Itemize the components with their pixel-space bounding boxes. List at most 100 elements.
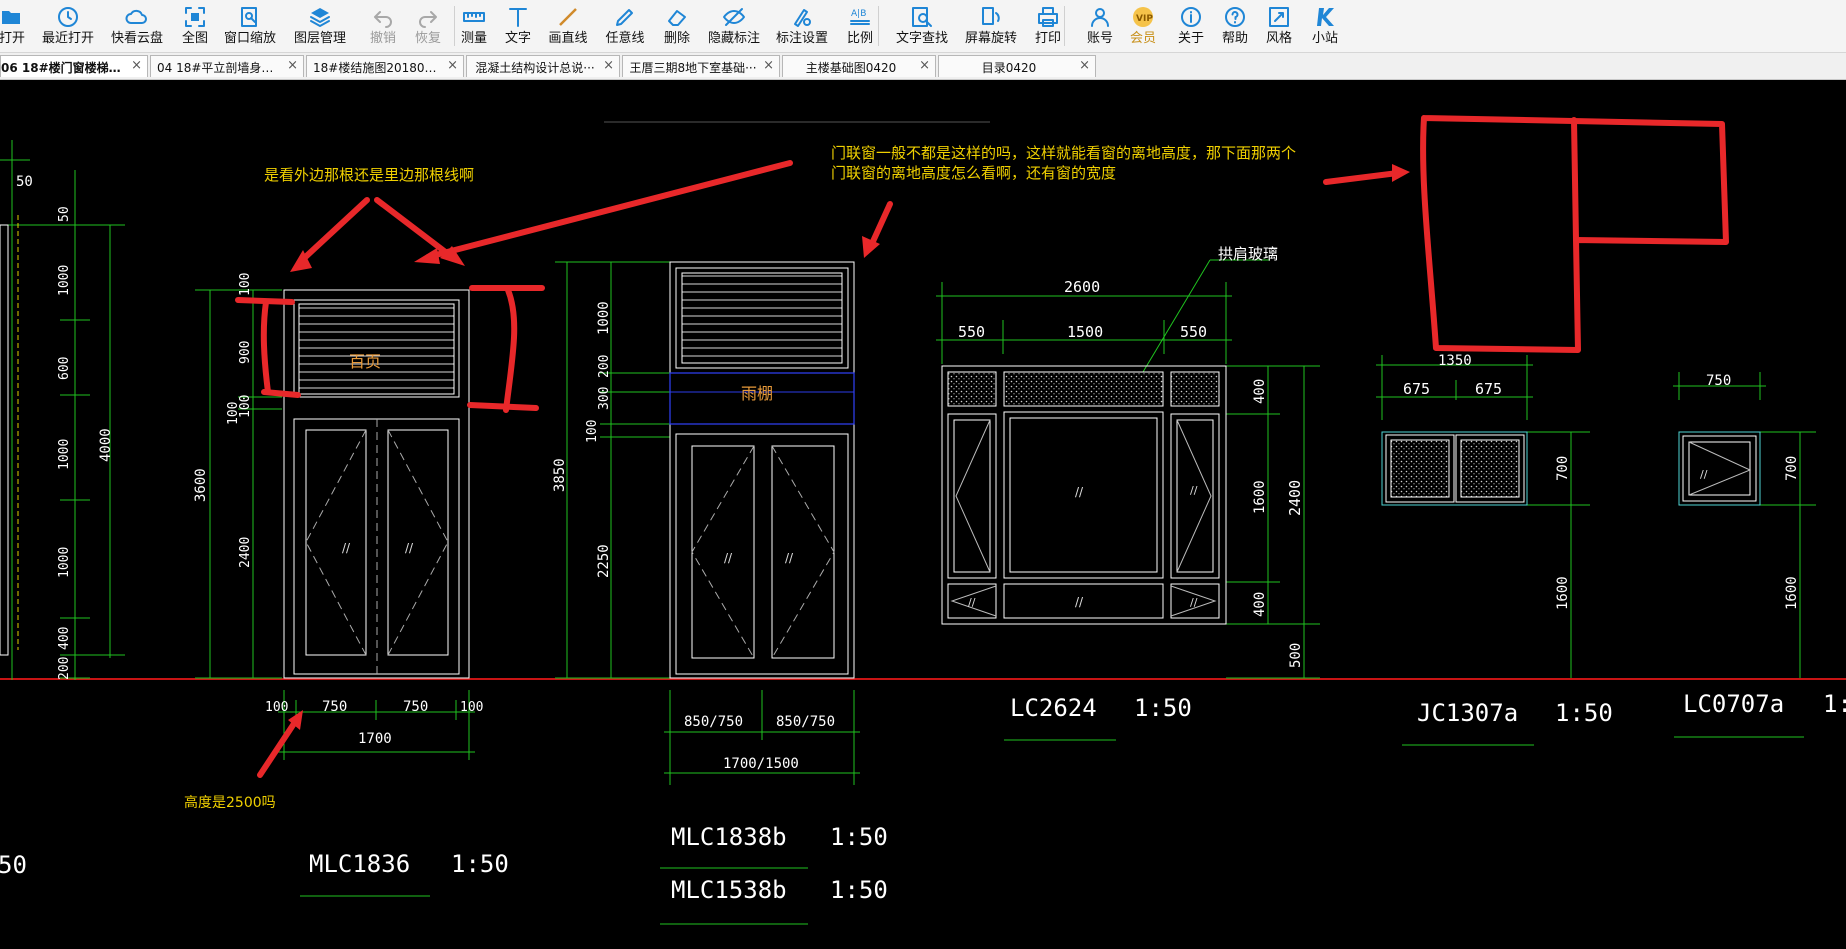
toolbar-button-label: 图层管理 [293,31,346,46]
undo-icon [370,4,396,30]
left-dim-6: 200 [57,657,72,680]
measure-ruler-icon [461,4,487,30]
toolbar-button-16[interactable]: 文字查找 [892,0,952,52]
toolbar-button-label: 恢复 [414,31,441,46]
mlc1838b-dim-1: 1000 [596,301,612,335]
toolbar-button-label: 测量 [460,31,487,46]
toolbar-button-1[interactable]: 最近打开 [38,0,98,52]
toolbar-button-label: 最近打开 [41,31,94,46]
mlc1836-bottom-dim-4: 100 [460,700,483,715]
mlc1838b-dim-2: 300 [597,387,612,410]
close-icon[interactable]: × [603,58,614,74]
close-icon[interactable]: × [447,58,458,74]
toolbar-button-label: 窗口缩放 [223,31,276,46]
toolbar-button-24[interactable]: 小站 [1295,0,1355,52]
mlc1836-bottom-dim-1: 100 [265,700,288,715]
mlc1836-total-width: 1700 [358,731,392,747]
cad-drawing-canvas[interactable]: 50 50 1000 600 1000 1000 400 200 4000 50 [0,80,1846,949]
svg-text:A|B: A|B [851,9,866,19]
toolbar-button-18[interactable]: 打印 [1018,0,1078,52]
toolbar-button-label: 帮助 [1221,31,1248,46]
annotation-question-2-line-1: 门联窗一般不都是这样的吗，这样就能看窗的离地高度，那下面那两个 [831,144,1296,162]
lc2624-right-dim-1: 400 [1252,379,1268,404]
close-icon[interactable]: × [131,58,142,74]
toolbar-button-label: 撤销 [369,31,396,46]
mlc1838b-dim-4: 100 [585,420,600,443]
toolbar-button-11[interactable]: 任意线 [595,0,655,52]
scale-ab-icon: A|B [847,4,873,30]
glass-mark-icon: // [785,551,794,565]
toolbar-button-12[interactable]: 删除 [647,0,707,52]
toolbar-button-3[interactable]: 全图 [165,0,225,52]
lc2624-scale: 1:50 [1134,694,1192,722]
toolbar-separator [454,6,455,46]
help-icon [1222,4,1248,30]
toolbar-button-label: 画直线 [548,31,588,46]
glass-mark-icon: // [1075,485,1084,499]
toolbar-button-0[interactable]: 打开 [0,0,42,52]
tab-label: 04 18#平立剖墙身大··· [157,61,281,75]
jc1307a-title: JC1307a [1417,699,1518,727]
canopy-label: 雨棚 [741,384,773,403]
mlc1836-title: MLC1836 [309,850,410,878]
user-icon [1087,4,1113,30]
style-icon [1266,4,1292,30]
tab-label: 目录0420 [981,61,1037,75]
toolbar-button-label: 小站 [1311,31,1338,46]
document-tab[interactable]: 18#楼结施图20180420_t3 × [306,55,464,77]
lc2624-sill: 500 [1288,643,1304,668]
toolbar-button-label: 删除 [663,31,690,46]
lc2624-right-dim-3: 400 [1252,592,1268,617]
toolbar-button-4[interactable]: 窗口缩放 [220,0,280,52]
toolbar-button-13[interactable]: 隐藏标注 [704,0,764,52]
text-search-icon [909,4,935,30]
annotation-question-2-line-2: 门联窗的离地高度怎么看啊，还有窗的宽度 [831,164,1116,182]
printer-icon [1035,4,1061,30]
mlc1838b-title: MLC1838b [671,823,787,851]
close-icon[interactable]: × [1079,58,1090,74]
toolbar-button-label: 屏幕旋转 [964,31,1017,46]
recent-clock-icon [55,4,81,30]
close-icon[interactable]: × [287,58,298,74]
layers-icon [307,4,333,30]
k-site-icon [1312,4,1338,30]
tab-label: 18#楼结施图20180420_t3 [313,61,441,75]
document-tab[interactable]: 04 18#平立剖墙身大··· × [150,55,304,77]
mlc1836-bottom-dim-3: 750 [403,699,428,715]
screen-rotate-icon [978,4,1004,30]
jc1307a-total-width: 1350 [1438,353,1472,369]
info-icon [1178,4,1204,30]
document-tab[interactable]: 主楼基础图0420 × [782,55,936,77]
glass-mark-icon: // [342,541,351,555]
eye-hide-icon [721,4,747,30]
toolbar-button-label: 快看云盘 [110,31,163,46]
vip-badge-icon: VIP [1130,4,1156,30]
toolbar-button-2[interactable]: 快看云盘 [107,0,167,52]
document-tab[interactable]: 目录0420 × [938,55,1096,77]
mlc1836-dim-3b: 100 [226,402,241,425]
mlc1538b-scale: 1:50 [830,876,888,904]
mlc1836-dim-1: 100 [238,273,253,296]
toolbar-button-10[interactable]: 画直线 [538,0,598,52]
lc2624-dim-1: 550 [958,323,985,341]
jc1307a-sill: 1600 [1555,576,1571,610]
toolbar-separator [1064,6,1065,46]
toolbar-button-label: 比例 [846,31,873,46]
document-tab[interactable]: 06 18#楼门窗楼梯大··· × [0,55,148,77]
document-tab[interactable]: 混凝土结构设计总说··· × [466,55,620,77]
lc2624-dim-3: 550 [1180,323,1207,341]
close-icon[interactable]: × [763,58,774,74]
lc0707a-height: 700 [1784,456,1800,481]
toolbar-button-17[interactable]: 屏幕旋转 [961,0,1021,52]
close-icon[interactable]: × [919,58,930,74]
lc2624-total-height: 2400 [1286,480,1304,516]
arch-glass-label: 拱肩玻璃 [1218,245,1278,263]
mlc1836-dim-2: 900 [238,341,253,364]
tab-label: 06 18#楼门窗楼梯大··· [1,61,125,75]
toolbar-button-15[interactable]: A|B 比例 [830,0,890,52]
toolbar-button-14[interactable]: 标注设置 [772,0,832,52]
toolbar-button-5[interactable]: 图层管理 [290,0,350,52]
toolbar-button-label: 任意线 [605,31,645,46]
toolbar-button-label: 风格 [1265,31,1292,46]
document-tab[interactable]: 王厝三期8地下室基础··· × [622,55,780,77]
